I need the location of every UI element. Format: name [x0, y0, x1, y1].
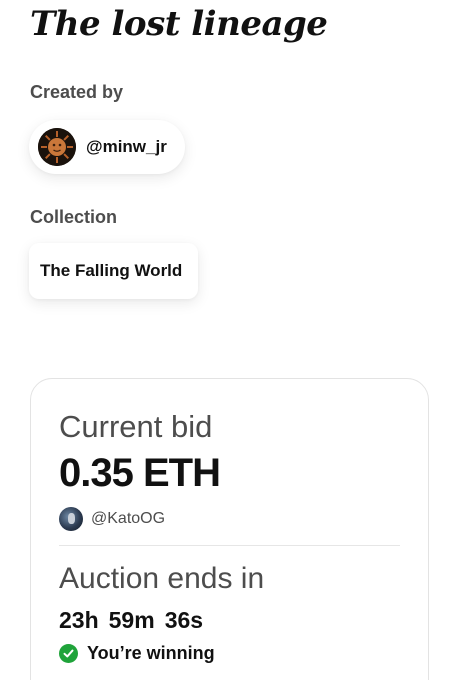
- countdown-seconds: 36s: [164, 607, 204, 633]
- current-bid-amount: 0.35 ETH: [59, 451, 221, 495]
- created-by-label: Created by: [30, 82, 124, 102]
- auction-card: Current bid 0.35 ETH @KatoOG Auction end…: [30, 378, 429, 680]
- collection-name: The Falling World: [40, 261, 183, 280]
- creator-handle: @minw_jr: [86, 137, 167, 156]
- creator-pill[interactable]: @minw_jr: [29, 120, 185, 174]
- countdown-hours: 23h: [59, 607, 99, 633]
- countdown-minutes: 59m: [108, 607, 155, 633]
- sun-face-avatar-icon: [38, 128, 76, 166]
- current-bid-label: Current bid: [59, 409, 213, 444]
- collection-card[interactable]: The Falling World: [29, 243, 199, 299]
- collection-label: Collection: [30, 207, 118, 227]
- check-circle-icon: [59, 644, 78, 663]
- top-bidder[interactable]: @KatoOG: [59, 507, 165, 531]
- winning-status: You’re winning: [59, 643, 215, 664]
- auction-ends-label: Auction ends in: [59, 562, 265, 595]
- bidder-avatar-icon: [59, 507, 83, 531]
- divider: [59, 545, 400, 546]
- bidder-handle: @KatoOG: [91, 510, 166, 527]
- artwork-title: The lost lineage: [30, 4, 328, 44]
- countdown-timer: 23h 59m 36s: [59, 607, 203, 634]
- auction-page: The lost lineage Created by @minw_jr Col…: [0, 0, 459, 680]
- winning-status-text: You’re winning: [87, 643, 215, 663]
